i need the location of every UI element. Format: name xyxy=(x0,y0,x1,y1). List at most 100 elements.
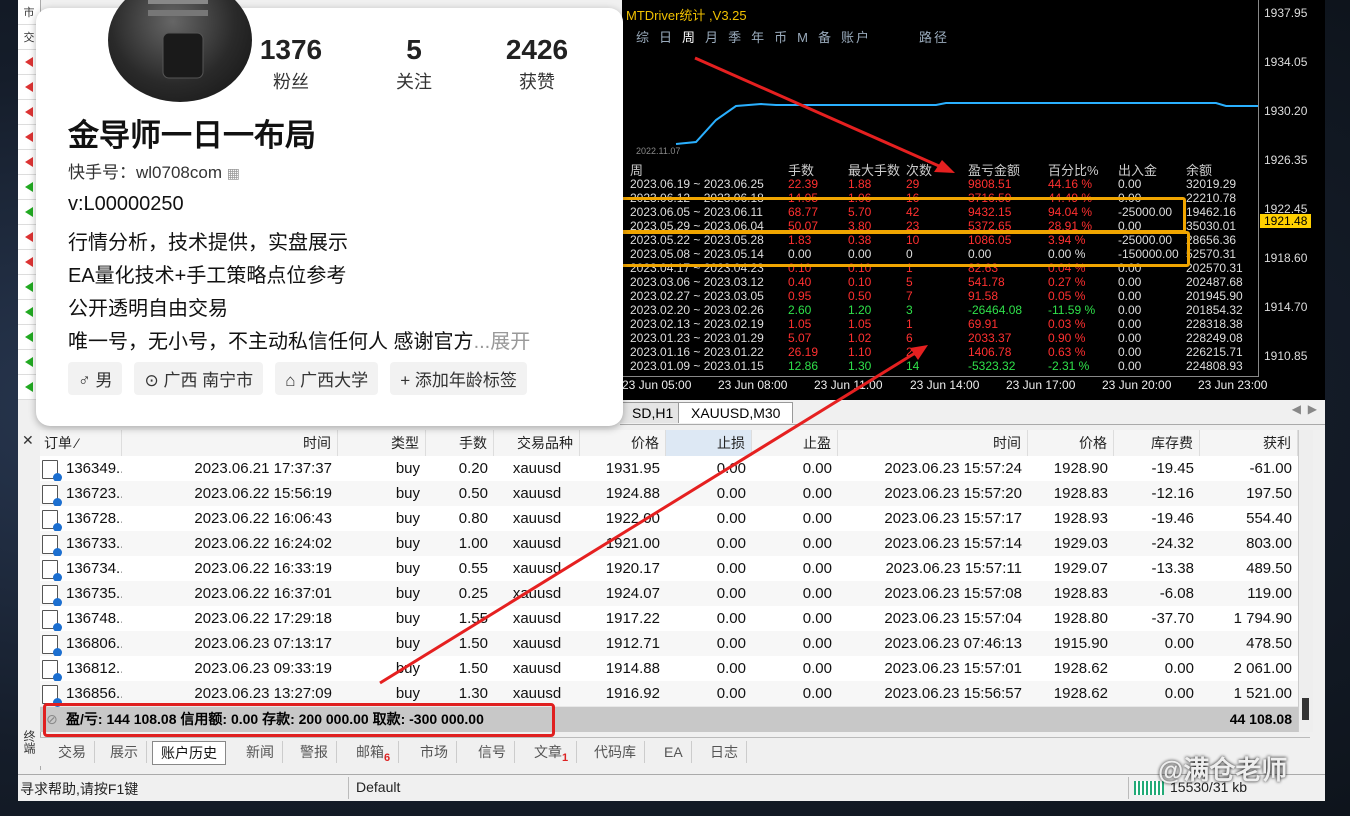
terminal-tab-5[interactable]: 邮箱6 xyxy=(348,741,400,764)
mtd-tab-4[interactable]: 季 xyxy=(728,30,743,45)
table-row[interactable]: 136748...2023.06.22 17:29:18buy1.55xauus… xyxy=(40,606,1298,632)
stats-cell: 1.30 xyxy=(848,359,872,373)
stats-cell: 0.00 xyxy=(1118,289,1142,303)
column-header-6[interactable]: 止损 xyxy=(666,430,752,456)
mtd-tab-2[interactable]: 周 xyxy=(682,30,697,45)
stats-cell: 44.16 % xyxy=(1048,177,1093,191)
mtd-tab-9[interactable]: 账户 xyxy=(841,30,871,45)
table-cell: 2023.06.22 16:33:19 xyxy=(194,560,332,577)
column-header-7[interactable]: 止盈 xyxy=(752,430,838,456)
terminal-tab-10[interactable]: EA xyxy=(656,741,692,763)
table-cell: buy xyxy=(395,510,420,527)
table-row[interactable]: 136349...2023.06.21 17:37:37buy0.20xauus… xyxy=(40,456,1298,482)
column-header-9[interactable]: 价格 xyxy=(1028,430,1114,456)
column-header-5[interactable]: 价格 xyxy=(580,430,666,456)
stats-cell: -26464.08 xyxy=(968,303,1023,317)
likes-stat[interactable]: 2426 获赞 xyxy=(482,34,592,94)
mtd-tab-10[interactable]: 路径 xyxy=(919,30,949,45)
time-tick: 23 Jun 20:00 xyxy=(1102,378,1172,392)
stats-cell: 1 xyxy=(906,317,913,331)
terminal-tab-7[interactable]: 信号 xyxy=(470,741,515,763)
table-cell: 1 794.90 xyxy=(1233,610,1292,627)
terminal-tab-8[interactable]: 文章1 xyxy=(526,741,578,764)
tab-scroll-right-icon[interactable]: ▶ xyxy=(1308,402,1317,416)
table-row[interactable]: 136735...2023.06.22 16:37:01buy0.25xauus… xyxy=(40,581,1298,607)
stats-cell: 52570.31 xyxy=(1186,247,1237,261)
table-row[interactable]: 136728...2023.06.22 16:06:43buy0.80xauus… xyxy=(40,506,1298,532)
terminal-tab-2[interactable]: 账户历史 xyxy=(152,741,226,765)
qrcode-icon[interactable]: ▦ xyxy=(227,165,240,181)
order-doc-icon xyxy=(42,610,62,632)
mtd-tab-1[interactable]: 日 xyxy=(659,30,674,45)
column-header-11[interactable]: 获利 xyxy=(1200,430,1298,456)
terminal-side-strip: ✕ 终端 xyxy=(18,430,41,770)
table-row[interactable]: 136734...2023.06.22 16:33:19buy0.55xauus… xyxy=(40,556,1298,582)
column-header-0[interactable]: 订单 ⁄ xyxy=(40,430,122,456)
mtd-tab-3[interactable]: 月 xyxy=(705,30,720,45)
terminal-tab-4[interactable]: 警报 xyxy=(292,741,337,763)
direction-arrow-icon xyxy=(25,382,33,392)
stats-cell: 26.19 xyxy=(788,345,819,359)
table-cell: 0.00 xyxy=(802,535,832,552)
mtd-tab-5[interactable]: 年 xyxy=(751,30,766,45)
following-stat[interactable]: 5 关注 xyxy=(359,34,469,94)
time-tick: 23 Jun 05:00 xyxy=(622,378,692,392)
table-header: 订单 ⁄ 时间 类型 手数 交易品种 价格 止损 止盈 时间 价格 库存费 获利 xyxy=(40,430,1298,457)
stats-cell: -5323.32 xyxy=(968,359,1016,373)
mtd-tab-0[interactable]: 综 xyxy=(636,30,651,45)
table-row[interactable]: 136733...2023.06.22 16:24:02buy1.00xauus… xyxy=(40,531,1298,557)
profile-tag-0[interactable]: ♂ 男 xyxy=(68,362,123,395)
table-cell: buy xyxy=(395,660,420,677)
terminal-tab-6[interactable]: 市场 xyxy=(412,741,457,763)
account-history-table[interactable]: 订单 ⁄时间类型手数交易品种价格止损止盈时间价格库存费获利 136349...2… xyxy=(40,430,1298,732)
avatar[interactable] xyxy=(108,0,252,102)
chart-tab-1[interactable]: SD,H1 xyxy=(620,402,687,423)
table-cell: 1915.90 xyxy=(1053,635,1108,652)
stats-cell: 0.90 % xyxy=(1048,331,1086,345)
stats-row: 2023.02.27 ~ 2023.03.05 0.95 0.50 7 91.58 0.0… xyxy=(622,289,1258,303)
terminal-tab-9[interactable]: 代码库 xyxy=(586,741,645,763)
profile-tag-1[interactable]: ⊙ 广西 南宁市 xyxy=(134,362,264,395)
summary-total: 44 108.08 xyxy=(1229,711,1292,727)
column-header-8[interactable]: 时间 xyxy=(838,430,1028,456)
table-row[interactable]: 136812...2023.06.23 09:33:19buy1.50xauus… xyxy=(40,656,1298,682)
close-icon[interactable]: ✕ xyxy=(22,432,34,449)
profile-card: 1376 粉丝 5 关注 2426 获赞 金导师一日一布局 快手号：wl0708… xyxy=(36,0,623,426)
mtd-tab-6[interactable]: 币 xyxy=(774,30,789,45)
scrollbar-thumb[interactable] xyxy=(1302,698,1309,720)
profile-tag-3[interactable]: + 添加年龄标签 xyxy=(390,362,527,395)
tab-scroll-left-icon[interactable]: ◀ xyxy=(1292,402,1301,416)
profile-tag-2[interactable]: ⌂ 广西大学 xyxy=(275,362,379,395)
direction-arrow-icon xyxy=(25,57,33,67)
stats-row: 2023.01.09 ~ 2023.01.15 12.86 1.30 14 -5323.… xyxy=(622,359,1258,373)
following-count: 5 xyxy=(406,34,422,65)
direction-arrow-icon xyxy=(25,132,33,142)
followers-stat[interactable]: 1376 粉丝 xyxy=(236,34,346,94)
table-scrollbar[interactable] xyxy=(1298,430,1313,732)
table-row[interactable]: 136806...2023.06.23 07:13:17buy1.50xauus… xyxy=(40,631,1298,657)
column-header-2[interactable]: 类型 xyxy=(338,430,426,456)
order-doc-icon xyxy=(42,535,62,557)
terminal-tab-11[interactable]: 日志 xyxy=(702,741,747,763)
price-chart[interactable]: MTDriver统计 ,V3.25 综日周月季年币 M 备账户 路径 2022.11.… xyxy=(618,0,1325,400)
table-row[interactable]: 136723...2023.06.22 15:56:19buy0.50xauus… xyxy=(40,481,1298,507)
terminal-tab-3[interactable]: 新闻 xyxy=(238,741,283,763)
column-header-1[interactable]: 时间 xyxy=(122,430,338,456)
table-cell: 1928.62 xyxy=(1053,660,1108,677)
mtd-tab-7[interactable]: M xyxy=(797,30,810,45)
table-cell: buy xyxy=(395,560,420,577)
column-header-10[interactable]: 库存费 xyxy=(1114,430,1200,456)
expand-bio-link[interactable]: ...展开 xyxy=(474,331,531,353)
column-header-3[interactable]: 手数 xyxy=(426,430,494,456)
terminal-tab-0[interactable]: 交易 xyxy=(50,741,95,763)
table-cell: buy xyxy=(395,485,420,502)
table-cell: buy xyxy=(395,460,420,477)
stats-cell: 35030.01 xyxy=(1186,219,1237,233)
table-cell: 1928.62 xyxy=(1053,685,1108,702)
column-header-4[interactable]: 交易品种 xyxy=(494,430,580,456)
terminal-tab-1[interactable]: 展示 xyxy=(102,741,147,763)
mtd-tab-8[interactable]: 备 xyxy=(818,30,833,45)
highlight-box-2 xyxy=(618,231,1190,267)
chart-tab-2[interactable]: XAUUSD,M30 xyxy=(678,402,794,423)
table-cell: 2023.06.22 15:56:19 xyxy=(194,485,332,502)
